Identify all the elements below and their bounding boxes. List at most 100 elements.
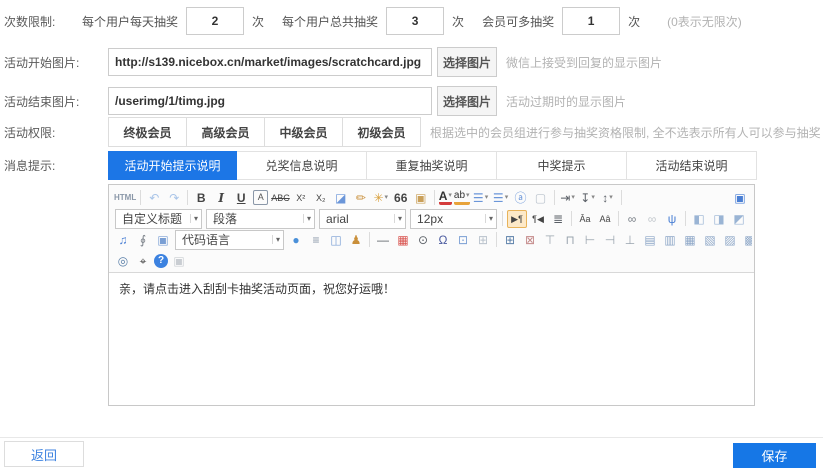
find-replace-icon[interactable]: ⌖ <box>134 252 152 270</box>
insert-row-icon[interactable]: ⊢ <box>581 231 599 249</box>
per-day-unit: 次 <box>252 13 264 30</box>
insert-table-icon[interactable]: ⊞ <box>501 231 519 249</box>
member-option-middle[interactable]: 中级会员 <box>264 117 343 147</box>
fullscreen-icon[interactable]: ▣ <box>731 189 749 207</box>
help-icon[interactable]: ? <box>154 254 168 268</box>
delete-row-icon[interactable]: ⊥ <box>621 231 639 249</box>
tab-activity-start-prompt[interactable]: 活动开始提示说明 <box>108 151 237 180</box>
to-uppercase-icon[interactable]: Âa <box>576 210 594 228</box>
attachment-icon[interactable]: ∮ <box>134 231 152 249</box>
start-image-pick-button[interactable]: 选择图片 <box>437 47 497 77</box>
screenshot-icon[interactable]: ⊞ <box>474 231 492 249</box>
eraser-icon[interactable]: ◪ <box>332 189 350 207</box>
italic-icon[interactable]: I <box>212 189 230 207</box>
highlight-color-icon[interactable]: ab▾ <box>454 190 470 205</box>
map-icon[interactable]: ● <box>287 231 305 249</box>
horizontal-rule-icon[interactable]: — <box>374 231 392 249</box>
strikethrough-icon[interactable]: ABC <box>271 189 290 207</box>
member-extra-unit: 次 <box>628 13 640 30</box>
delete-table-icon[interactable]: ⊠ <box>521 231 539 249</box>
per-day-input[interactable] <box>186 7 244 35</box>
superscript-icon[interactable]: X² <box>292 189 310 207</box>
paragraph-select[interactable]: 段落▾ <box>206 209 315 229</box>
end-image-input[interactable] <box>108 87 432 115</box>
insert-frame-icon[interactable]: ◫ <box>327 231 345 249</box>
tab-activity-end[interactable]: 活动结束说明 <box>626 152 756 179</box>
split-cell-icon[interactable]: ▩ <box>741 231 752 249</box>
editor-content-area[interactable]: 亲，请点击进入刮刮卡抽奖活动页面，祝您好运哦！ <box>109 273 754 405</box>
split-col-icon[interactable]: ▨ <box>721 231 739 249</box>
table-caption-icon[interactable]: ⊤ <box>541 231 559 249</box>
split-row-icon[interactable]: ▧ <box>701 231 719 249</box>
insert-col-icon[interactable]: ⊣ <box>601 231 619 249</box>
line-height-icon[interactable]: ↕▾ <box>599 189 617 207</box>
code-snippet-icon[interactable]: ≡ <box>307 231 325 249</box>
special-char-icon[interactable]: Ω <box>434 231 452 249</box>
rtl-icon[interactable]: ¶◀ <box>529 210 547 228</box>
editor-toolbar: HTML↶↷BIUAABCX²X₂◪✏✳▾66▣A▾ab▾☰▾☰▾ⓐ▢⇥▾↧▾↕… <box>109 185 754 273</box>
table-title-icon[interactable]: ⊓ <box>561 231 579 249</box>
unordered-list-icon[interactable]: ☰▾ <box>492 189 510 207</box>
to-lowercase-icon[interactable]: Aâ <box>596 210 614 228</box>
redo-icon[interactable]: ↷ <box>165 189 183 207</box>
format-brush-icon[interactable]: ✏ <box>352 189 370 207</box>
bold-icon[interactable]: B <box>192 189 210 207</box>
font-size-select[interactable]: 12px▾ <box>410 209 497 229</box>
new-doc-icon[interactable]: ▢ <box>532 189 550 207</box>
unlink-icon[interactable]: ∞ <box>643 210 661 228</box>
tab-repeat-draw[interactable]: 重复抽奖说明 <box>366 152 496 179</box>
image-align-center-icon[interactable]: ◨ <box>710 210 728 228</box>
ltr-icon[interactable]: ▶¶ <box>507 210 527 228</box>
music-icon[interactable]: ♫ <box>114 231 132 249</box>
paragraph-format-icon[interactable]: ≣ <box>549 210 567 228</box>
remote-image-icon[interactable]: ▣ <box>154 231 172 249</box>
toolbar-separator <box>187 190 188 205</box>
blockquote-icon[interactable]: 66 <box>392 189 410 207</box>
date-icon[interactable]: ▦ <box>394 231 412 249</box>
autotypeset-icon[interactable]: ✳▾ <box>372 189 390 207</box>
subscript-icon[interactable]: X₂ <box>312 189 330 207</box>
total-input[interactable] <box>386 7 444 35</box>
time-icon[interactable]: ⊙ <box>414 231 432 249</box>
image-align-right-icon[interactable]: ◩ <box>730 210 748 228</box>
toolbar-row-4: ◎⌖?▣ <box>111 250 752 271</box>
merge-cells-icon[interactable]: ▤ <box>641 231 659 249</box>
html-source-icon[interactable]: HTML <box>114 189 136 207</box>
font-color-icon[interactable]: A▾ <box>439 190 452 205</box>
preview-icon[interactable]: ◎ <box>114 252 132 270</box>
toolbar-separator <box>621 190 622 205</box>
member-extra-input[interactable] <box>562 7 620 35</box>
border-text-icon[interactable]: A <box>253 190 268 205</box>
ordered-list-icon[interactable]: ☰▾ <box>472 189 490 207</box>
rich-text-editor: HTML↶↷BIUAABCX²X₂◪✏✳▾66▣A▾ab▾☰▾☰▾ⓐ▢⇥▾↧▾↕… <box>108 184 755 406</box>
custom-title-select[interactable]: 自定义标题▾ <box>115 209 202 229</box>
image-align-left-icon[interactable]: ◧ <box>690 210 708 228</box>
back-button[interactable]: 返回 <box>4 441 84 467</box>
member-option-junior[interactable]: 初级会员 <box>342 117 421 147</box>
undo-icon[interactable]: ↶ <box>145 189 163 207</box>
tab-redeem-info[interactable]: 兑奖信息说明 <box>236 152 366 179</box>
member-option-senior[interactable]: 高级会员 <box>186 117 265 147</box>
start-image-input[interactable] <box>108 48 432 76</box>
paste-text-icon[interactable]: ▣ <box>412 189 430 207</box>
end-image-label: 活动结束图片: <box>4 93 108 110</box>
font-family-select[interactable]: arial▾ <box>319 209 406 229</box>
underline-icon[interactable]: U <box>232 189 250 207</box>
clipboard-icon[interactable]: ▣ <box>170 252 188 270</box>
anchor-icon[interactable]: ψ <box>663 210 681 228</box>
link-icon[interactable]: ∞ <box>623 210 641 228</box>
end-image-pick-button[interactable]: 选择图片 <box>437 86 497 116</box>
indent-icon[interactable]: ⇥▾ <box>559 189 577 207</box>
member-option-ultimate[interactable]: 终极会员 <box>108 117 187 147</box>
toolbar-row-3: ♫∮▣代码语言▾●≡◫♟—▦⊙Ω⊡⊞⊞⊠⊤⊓⊢⊣⊥▤▥▦▧▨▩▢▤ <box>111 229 752 250</box>
formula-icon[interactable]: ⊡ <box>454 231 472 249</box>
merge-right-icon[interactable]: ▥ <box>661 231 679 249</box>
save-button[interactable]: 保存 <box>733 443 816 468</box>
image-align-none-icon[interactable]: ◫ <box>750 210 752 228</box>
merge-down-icon[interactable]: ▦ <box>681 231 699 249</box>
paragraph-spacing-icon[interactable]: ↧▾ <box>579 189 597 207</box>
tab-win-prompt[interactable]: 中奖提示 <box>496 152 626 179</box>
code-language-select[interactable]: 代码语言▾ <box>175 230 284 250</box>
scene-icon[interactable]: ♟ <box>347 231 365 249</box>
anchor-name-icon[interactable]: ⓐ <box>512 189 530 207</box>
